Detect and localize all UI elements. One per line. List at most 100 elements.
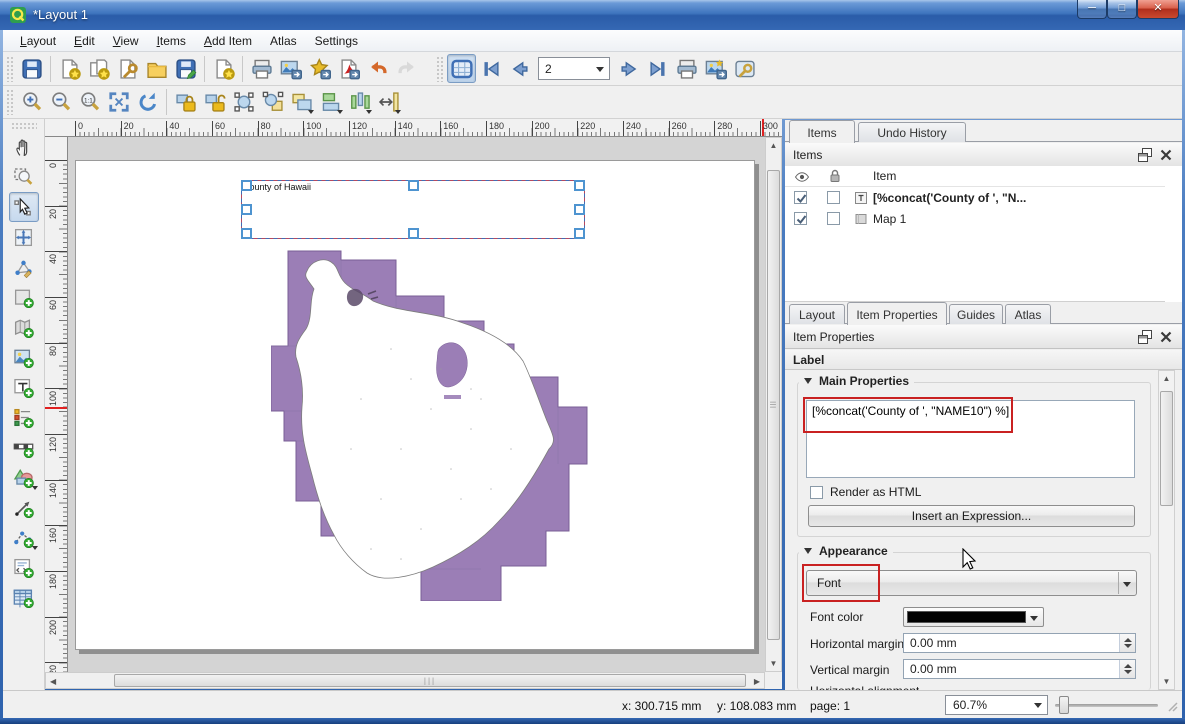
spin-arrows[interactable] xyxy=(1119,660,1135,678)
export-atlas-button[interactable] xyxy=(701,54,730,83)
zoom-slider-handle[interactable] xyxy=(1059,696,1069,714)
font-button-dropdown-arrow[interactable] xyxy=(1118,572,1135,594)
selection-handle[interactable] xyxy=(574,228,585,239)
tab-items[interactable]: Items xyxy=(789,120,855,143)
add-picture-tool[interactable] xyxy=(9,342,39,372)
selection-handle[interactable] xyxy=(574,204,585,215)
dropdown-arrow-icon[interactable] xyxy=(395,110,401,114)
dropdown-arrow-icon[interactable] xyxy=(337,110,343,114)
selection-handle[interactable] xyxy=(408,228,419,239)
zoom-level-combo[interactable]: 60.7% xyxy=(945,695,1048,715)
tab-atlas[interactable]: Atlas xyxy=(1005,304,1051,324)
print-button[interactable] xyxy=(247,54,276,83)
toolbar-grip[interactable] xyxy=(436,56,444,82)
new-from-template-button[interactable] xyxy=(209,54,238,83)
menu-add-item[interactable]: Add Item xyxy=(195,31,261,51)
print-atlas-button[interactable] xyxy=(672,54,701,83)
add-attribute-table-tool[interactable] xyxy=(9,582,39,612)
atlas-feature-combo[interactable]: 2 xyxy=(538,57,610,80)
vertical-scrollbar[interactable]: ▲ ▼ ☰ xyxy=(765,137,782,672)
dropdown-arrow-icon[interactable] xyxy=(32,486,38,490)
unlock-items-button[interactable] xyxy=(200,88,229,117)
lock-checkbox[interactable] xyxy=(827,191,840,204)
close-button[interactable]: ✕ xyxy=(1137,0,1179,19)
selection-handle[interactable] xyxy=(408,180,419,191)
toolbar-grip[interactable] xyxy=(6,89,14,115)
lock-checkbox[interactable] xyxy=(827,212,840,225)
zoom-out-button[interactable] xyxy=(46,88,75,117)
horizontal-margin-spinbox[interactable]: 0.00 mm xyxy=(903,633,1136,653)
zoom-in-button[interactable] xyxy=(17,88,46,117)
save-project-button[interactable] xyxy=(17,54,46,83)
tab-layout[interactable]: Layout xyxy=(789,304,845,324)
load-from-template-button[interactable] xyxy=(142,54,171,83)
align-items-button[interactable] xyxy=(316,88,345,117)
properties-scrollbar[interactable]: ▲ ▼ xyxy=(1158,370,1175,690)
float-panel-icon[interactable] xyxy=(1137,147,1153,163)
float-panel-icon[interactable] xyxy=(1137,329,1153,345)
item-row[interactable]: Map 1 xyxy=(785,209,1165,230)
edit-nodes-item-tool[interactable] xyxy=(9,252,39,282)
pan-tool[interactable] xyxy=(9,132,39,162)
maximize-button[interactable]: □ xyxy=(1107,0,1137,19)
map-item[interactable] xyxy=(271,249,588,601)
selection-handle[interactable] xyxy=(241,228,252,239)
main-properties-section-header[interactable]: Main Properties xyxy=(799,374,914,388)
scroll-left-arrow[interactable]: ◀ xyxy=(50,677,56,686)
add-shape-tool[interactable] xyxy=(9,462,39,492)
minimize-button[interactable]: ─ xyxy=(1077,0,1107,19)
label-item-selected[interactable]: County of Hawaii xyxy=(241,180,585,239)
add-legend-tool[interactable] xyxy=(9,402,39,432)
spin-arrows[interactable] xyxy=(1119,634,1135,652)
menu-edit[interactable]: Edit xyxy=(65,31,104,51)
page-paper[interactable]: County of Hawaii xyxy=(75,160,755,650)
dropdown-arrow-icon[interactable] xyxy=(32,546,38,550)
close-panel-icon[interactable] xyxy=(1158,329,1174,345)
layout-manager-button[interactable] xyxy=(113,54,142,83)
selection-handle[interactable] xyxy=(241,180,252,191)
menu-settings[interactable]: Settings xyxy=(306,31,367,51)
atlas-settings-button[interactable] xyxy=(730,54,759,83)
zoom-full-button[interactable] xyxy=(104,88,133,117)
ungroup-items-button[interactable] xyxy=(258,88,287,117)
visibility-checkbox[interactable] xyxy=(794,212,807,225)
item-row[interactable]: [%concat('County of ', "N... xyxy=(785,188,1165,209)
font-color-swatch[interactable] xyxy=(903,607,1044,627)
export-image-button[interactable] xyxy=(276,54,305,83)
add-node-item-tool[interactable] xyxy=(9,522,39,552)
visibility-checkbox[interactable] xyxy=(794,191,807,204)
select-move-item-tool[interactable] xyxy=(9,192,39,222)
toolbar-grip[interactable] xyxy=(6,56,14,82)
tab-guides[interactable]: Guides xyxy=(949,304,1003,324)
menu-layout[interactable]: Layout xyxy=(11,31,65,51)
scroll-down-arrow[interactable]: ▼ xyxy=(766,659,781,668)
vertical-scroll-thumb[interactable]: ☰ xyxy=(767,170,780,640)
new-layout-button[interactable] xyxy=(55,54,84,83)
dropdown-arrow-icon[interactable] xyxy=(366,110,372,114)
selection-handle[interactable] xyxy=(241,204,252,215)
menu-view[interactable]: View xyxy=(104,31,148,51)
tab-item-properties[interactable]: Item Properties xyxy=(847,302,947,325)
properties-scroll-thumb[interactable] xyxy=(1160,391,1173,506)
dropdown-arrow-icon[interactable] xyxy=(308,110,314,114)
save-as-template-button[interactable] xyxy=(171,54,200,83)
toolbar-grip[interactable] xyxy=(11,122,37,130)
insert-expression-button[interactable]: Insert an Expression... xyxy=(808,505,1135,527)
scroll-down-arrow[interactable]: ▼ xyxy=(1159,677,1174,686)
label-expression-textarea[interactable]: [%concat('County of ', "NAME10") %] xyxy=(806,400,1135,478)
refresh-view-button[interactable] xyxy=(133,88,162,117)
menu-items[interactable]: Items xyxy=(148,31,195,51)
add-html-tool[interactable] xyxy=(9,552,39,582)
lock-items-button[interactable] xyxy=(171,88,200,117)
undo-button[interactable] xyxy=(363,54,392,83)
resize-items-button[interactable] xyxy=(374,88,403,117)
raise-items-button[interactable] xyxy=(287,88,316,117)
scroll-up-arrow[interactable]: ▲ xyxy=(1159,374,1174,383)
previous-feature-button[interactable] xyxy=(505,54,534,83)
distribute-items-button[interactable] xyxy=(345,88,374,117)
layout-canvas[interactable]: County of Hawaii xyxy=(68,137,765,672)
export-svg-button[interactable] xyxy=(305,54,334,83)
zoom-slider[interactable] xyxy=(1055,704,1158,707)
last-feature-button[interactable] xyxy=(643,54,672,83)
export-pdf-button[interactable] xyxy=(334,54,363,83)
